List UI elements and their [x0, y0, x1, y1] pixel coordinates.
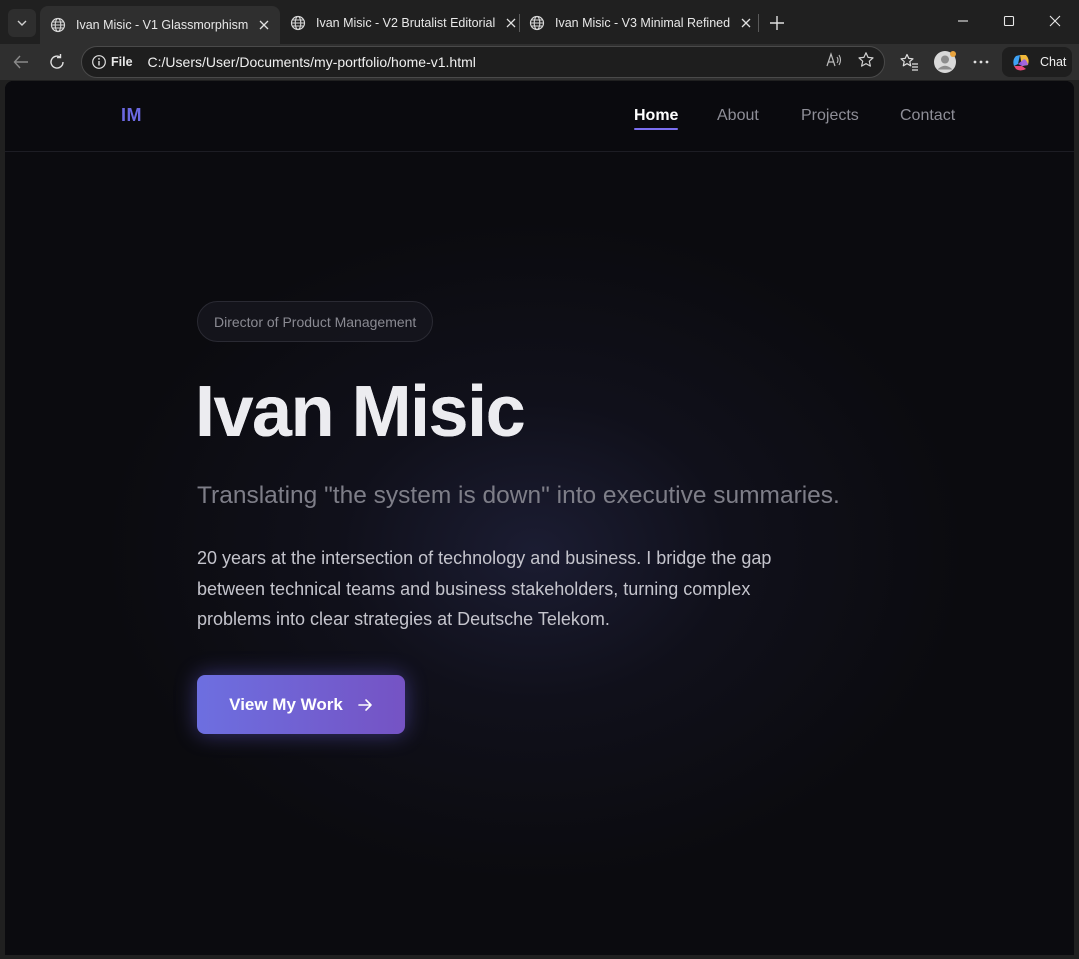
favorites-icon	[900, 53, 918, 71]
globe-icon	[290, 15, 306, 31]
cta-label: View My Work	[229, 694, 343, 714]
tab-title: Ivan Misic - V1 Glassmorphism	[76, 18, 249, 32]
view-my-work-button[interactable]: View My Work	[197, 675, 405, 734]
read-aloud-button[interactable]	[825, 51, 843, 69]
refresh-button[interactable]	[42, 47, 72, 77]
nav-link-contact[interactable]: Contact	[900, 107, 955, 125]
arrow-left-icon	[13, 55, 28, 69]
site-logo[interactable]: IM	[121, 105, 142, 126]
address-bar[interactable]: File C:/Users/User/Documents/my-portfoli…	[81, 46, 885, 78]
favorite-button[interactable]	[857, 51, 875, 69]
globe-icon	[50, 17, 66, 33]
refresh-icon	[50, 54, 64, 69]
star-icon	[858, 52, 874, 67]
tab-actions-menu-button[interactable]	[8, 9, 36, 37]
profile-button[interactable]	[931, 48, 959, 76]
copilot-chat-button[interactable]: Chat	[1002, 47, 1072, 77]
nav-link-projects[interactable]: Projects	[801, 107, 859, 125]
favorites-button[interactable]	[895, 48, 923, 76]
window-bottom-edge	[0, 955, 1079, 959]
chevron-down-icon	[17, 20, 27, 26]
globe-icon	[529, 15, 545, 31]
tab-v2[interactable]: Ivan Misic - V2 Brutalist Editorial	[280, 6, 520, 40]
back-button[interactable]	[6, 47, 36, 77]
info-icon[interactable]	[91, 54, 107, 70]
close-icon[interactable]	[256, 17, 272, 33]
plus-icon	[770, 16, 784, 30]
avatar	[934, 51, 956, 73]
arrow-right-icon	[358, 698, 372, 711]
hero-bio: 20 years at the intersection of technolo…	[197, 548, 772, 629]
maximize-button[interactable]	[986, 6, 1032, 36]
minimize-icon	[958, 20, 968, 22]
close-icon[interactable]	[738, 15, 754, 31]
close-icon[interactable]	[503, 15, 519, 31]
close-icon	[1049, 15, 1061, 27]
site-header: IM Home About Projects Contact	[5, 81, 1074, 152]
tab-v1[interactable]: Ivan Misic - V1 Glassmorphism	[40, 6, 280, 44]
copilot-icon	[1013, 55, 1029, 71]
tab-title: Ivan Misic - V3 Minimal Refined	[555, 16, 731, 30]
chat-label: Chat	[1040, 55, 1067, 69]
active-nav-indicator	[634, 128, 678, 130]
role-badge: Director of Product Management	[197, 301, 434, 342]
new-tab-button[interactable]	[764, 10, 790, 36]
hero-tagline: Translating "the system is down" into ex…	[197, 482, 840, 509]
nav-link-about[interactable]: About	[717, 107, 759, 125]
more-dots-icon	[973, 60, 989, 64]
close-window-button[interactable]	[1032, 6, 1078, 36]
url-text[interactable]: C:/Users/User/Documents/my-portfolio/hom…	[148, 54, 476, 70]
tab-title: Ivan Misic - V2 Brutalist Editorial	[316, 16, 496, 30]
tab-strip: Ivan Misic - V1 Glassmorphism Ivan Misic…	[0, 0, 1079, 44]
nav-link-home[interactable]: Home	[634, 107, 678, 125]
maximize-icon	[1003, 15, 1015, 27]
url-scheme: File	[111, 55, 133, 69]
tab-v3[interactable]: Ivan Misic - V3 Minimal Refined	[519, 6, 759, 40]
hero-name: Ivan Misic	[195, 372, 526, 452]
read-aloud-icon	[826, 52, 842, 67]
browser-toolbar: File C:/Users/User/Documents/my-portfoli…	[0, 44, 1079, 80]
minimize-button[interactable]	[940, 6, 986, 36]
page-viewport: IM Home About Projects Contact Director …	[5, 81, 1074, 955]
more-menu-button[interactable]	[967, 48, 995, 76]
tab-separator	[758, 14, 759, 32]
